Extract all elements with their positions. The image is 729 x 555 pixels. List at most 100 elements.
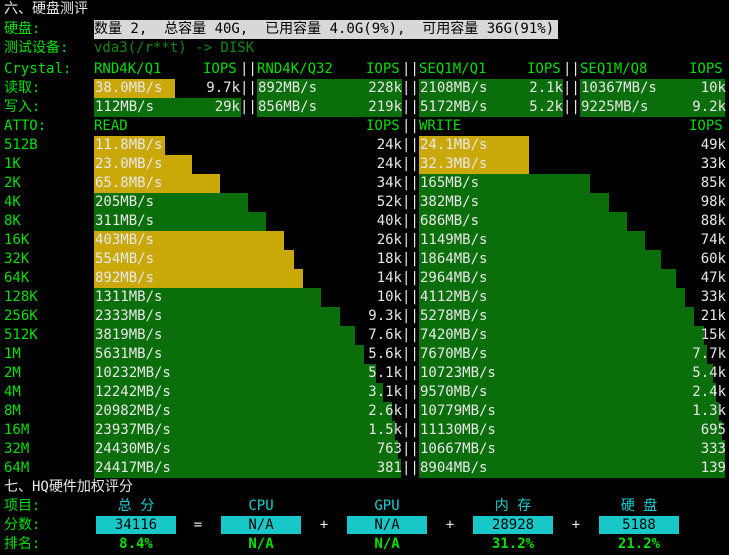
hq-col-total: 总 分 [117,498,155,514]
atto-size-label: 4K [4,194,21,210]
atto-row: 32K 554MB/s 18k || 1864MB/s 60k [0,250,729,269]
atto-write-speed: 5278MB/s [420,308,488,324]
hq-rank-total: 8.4% [119,536,153,552]
atto-write-speed: 10667MB/s [420,441,496,457]
hq-scores-row: 分数: 34116 = N/A + N/A + 28928 + 5188 [0,516,729,535]
crystal-separator: || [240,99,257,115]
atto-size-label: 64K [4,270,30,286]
atto-write-speed: 686MB/s [420,213,480,229]
disk-label: 硬盘: [4,21,41,37]
atto-size-label: 256K [4,308,38,324]
hq-op-plus: + [319,517,329,533]
atto-separator: || [402,365,419,381]
atto-row: 256K 2333MB/s 9.3k || 5278MB/s 21k [0,307,729,326]
atto-separator: || [402,441,419,457]
crystal-separator: || [240,61,257,77]
atto-separator: || [402,460,419,476]
atto-read-iops: 24k [376,137,402,153]
atto-read-speed: 65.8MB/s [95,175,163,191]
crystal-read-speed-3: 10367MB/s [581,80,657,96]
crystal-read-speed-1: 892MB/s [258,80,318,96]
hq-title-row: 七、HQ硬件加权评分 [0,478,729,497]
atto-write-iops: 695 [700,422,726,438]
crystal-header-row: Crystal: RND4K/Q1 IOPS || RND4K/Q32 IOPS… [0,60,729,79]
atto-write-speed: 1864MB/s [420,251,488,267]
hq-score-total: 34116 [96,516,176,534]
crystal-header-seq1m-q1: SEQ1M/Q1 [419,61,487,77]
atto-write-iops: 33k [700,289,726,305]
atto-read-speed: 23937MB/s [95,422,171,438]
atto-size-label: 4M [4,384,21,400]
atto-read-iops: 34k [376,175,402,191]
atto-separator: || [402,156,419,172]
atto-write-header: WRITE [419,118,462,134]
atto-size-label: 8M [4,403,21,419]
crystal-read-label: 读取: [4,80,41,96]
crystal-read-iops-1: 228k [368,80,402,96]
atto-write-iops: 98k [700,194,726,210]
atto-write-iops: 7.7k [692,346,726,362]
atto-size-label: 16M [4,422,30,438]
hq-col-memory: 内 存 [494,498,532,514]
atto-read-speed: 12242MB/s [95,384,171,400]
crystal-read-iops-0: 9.7k [206,80,240,96]
crystal-read-row: 读取: 38.0MB/s 9.7k || 892MB/s 228k || 2108MB/s 2… [0,79,729,98]
atto-read-iops-header: IOPS [366,118,400,134]
atto-separator: || [402,175,419,191]
crystal-read-speed-0: 38.0MB/s [95,80,163,96]
atto-row: 128K 1311MB/s 10k || 4112MB/s 33k [0,288,729,307]
atto-separator: || [402,289,419,305]
atto-read-iops: 763 [376,441,402,457]
atto-size-label: 64M [4,460,30,476]
atto-read-speed: 5631MB/s [95,346,163,362]
atto-read-speed: 554MB/s [95,251,155,267]
atto-read-speed: 1311MB/s [95,289,163,305]
atto-read-iops: 40k [376,213,402,229]
crystal-write-speed-2: 5172MB/s [420,99,488,115]
atto-row: 8K 311MB/s 40k || 686MB/s 88k [0,212,729,231]
crystal-separator: || [402,99,419,115]
atto-header-row: ATTO: READ IOPS || WRITE IOPS [0,117,729,136]
crystal-write-iops-3: 9.2k [692,99,726,115]
atto-row: 4K 205MB/s 52k || 382MB/s 98k [0,193,729,212]
atto-write-iops: 139 [700,460,726,476]
hq-rank-memory: 31.2% [491,536,535,552]
atto-write-speed: 165MB/s [420,175,480,191]
atto-row: 16K 403MB/s 26k || 1149MB/s 74k [0,231,729,250]
atto-row: 2K 65.8MB/s 34k || 165MB/s 85k [0,174,729,193]
atto-write-speed: 8904MB/s [420,460,488,476]
atto-read-speed: 24417MB/s [95,460,171,476]
crystal-separator: || [402,61,419,77]
atto-size-label: 1M [4,346,21,362]
hq-items-row: 项目: 总 分 CPU GPU 内 存 硬 盘 [0,497,729,516]
crystal-header-rnd4k-q32: RND4K/Q32 [257,61,333,77]
atto-separator: || [402,422,419,438]
atto-row: 16M 23937MB/s 1.5k || 11130MB/s 695 [0,421,729,440]
atto-separator: || [402,327,419,343]
hq-ranks-row: 排名: 8.4% N/A N/A 31.2% 21.2% [0,535,729,554]
atto-read-speed: 20982MB/s [95,403,171,419]
atto-write-speed: 10723MB/s [420,365,496,381]
hq-op-equals: = [193,517,203,533]
atto-read-speed: 403MB/s [95,232,155,248]
atto-separator: || [402,308,419,324]
crystal-separator: || [240,80,257,96]
crystal-read-iops-3: 10k [700,80,726,96]
crystal-write-label: 写入: [4,99,41,115]
atto-size-label: 2K [4,175,21,191]
atto-separator: || [402,213,419,229]
atto-row: 4M 12242MB/s 3.1k || 9570MB/s 2.4k [0,383,729,402]
device-label: 测试设备: [4,40,69,56]
atto-read-speed: 10232MB/s [95,365,171,381]
atto-write-speed: 24.1MB/s [420,137,488,153]
atto-size-label: 1K [4,156,21,172]
hq-rank-disk: 21.2% [617,536,661,552]
crystal-write-speed-0: 112MB/s [95,99,155,115]
atto-row: 64K 892MB/s 14k || 2964MB/s 47k [0,269,729,288]
atto-row: 8M 20982MB/s 2.6k || 10779MB/s 1.3k [0,402,729,421]
crystal-write-speed-1: 856MB/s [258,99,318,115]
atto-row: 512K 3819MB/s 7.6k || 7420MB/s 15k [0,326,729,345]
atto-write-iops: 333 [700,441,726,457]
atto-write-iops: 2.4k [692,384,726,400]
atto-read-speed: 205MB/s [95,194,155,210]
